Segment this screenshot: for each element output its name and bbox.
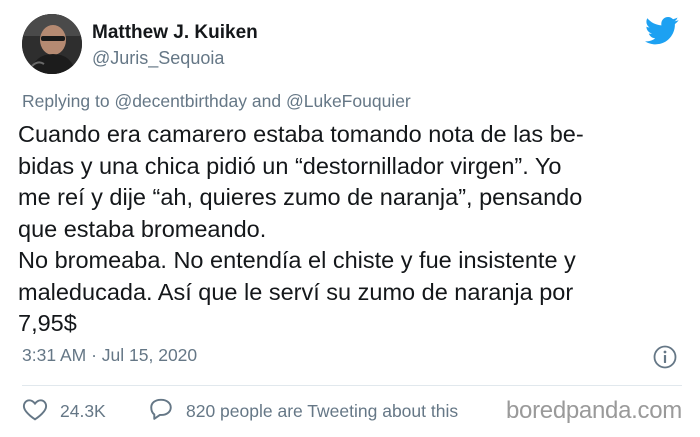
author-handle[interactable]: @Juris_Sequoia: [92, 48, 224, 69]
tweet-text-line: maleducada. Así que le serví su zumo de …: [18, 278, 574, 305]
replying-to-conjunction: and: [251, 91, 282, 111]
timestamp-separator: ·: [91, 345, 97, 365]
tweet-text-line: 7,95$: [18, 310, 77, 336]
tweet-text: Cuando era camarero estaba tomando nota …: [18, 119, 688, 340]
mention-link[interactable]: @decentbirthday: [114, 91, 247, 111]
mention-link[interactable]: @LukeFouquier: [286, 91, 411, 111]
like-count: 24.3K: [60, 401, 106, 421]
tweet-text-line: me reí y dije “ah, quieres zumo de naran…: [18, 184, 583, 210]
tweet-text-line: bidas y una chica pidió un “destornillad…: [18, 152, 562, 179]
heart-icon: [22, 397, 48, 426]
avatar[interactable]: [22, 14, 82, 74]
tweet-text-line: Cuando era camarero estaba tomando nota …: [18, 121, 584, 147]
info-icon[interactable]: [652, 344, 678, 370]
twitter-bird-icon[interactable]: [645, 16, 679, 46]
conversation-label: 820 people are Tweeting about this: [186, 401, 459, 421]
replying-to-prefix: Replying to: [22, 91, 110, 111]
conversation-link[interactable]: 820 people are Tweeting about this: [148, 397, 458, 426]
divider: [22, 385, 682, 386]
tweet-timestamp[interactable]: 3:31 AM · Jul 15, 2020: [22, 345, 197, 366]
tweet-date: Jul 15, 2020: [101, 345, 198, 365]
replying-to-line: Replying to @decentbirthday and @LukeFou…: [22, 91, 411, 112]
like-button[interactable]: 24.3K: [22, 397, 106, 426]
tweet-time: 3:31 AM: [22, 345, 87, 365]
tweet-text-line: que estaba bromeando.: [18, 215, 267, 242]
author-display-name[interactable]: Matthew J. Kuiken: [92, 22, 258, 44]
speech-bubble-icon: [148, 397, 174, 426]
tweet-text-line: No bromeaba. No entendía el chiste y fue…: [18, 247, 576, 273]
boredpanda-watermark: boredpanda.com: [506, 397, 682, 424]
